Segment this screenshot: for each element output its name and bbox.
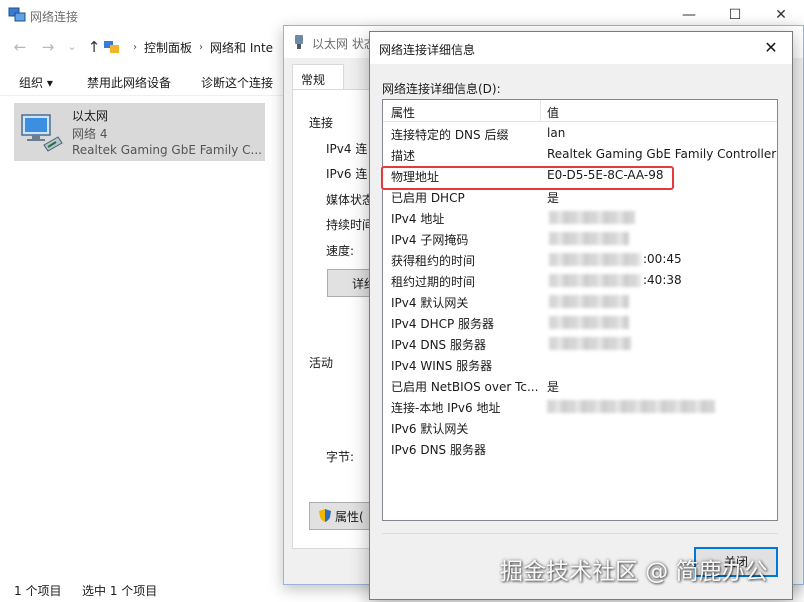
control-panel-icon <box>104 41 119 53</box>
uac-shield-icon <box>319 509 331 522</box>
redacted-value <box>549 316 629 329</box>
row-property: 描述 <box>391 149 416 163</box>
table-row[interactable]: 连接特定的 DNS 后缀 lan <box>383 123 777 144</box>
ipv4-connectivity-label: IPv4 连 <box>326 142 368 156</box>
row-value: 是 <box>547 191 560 205</box>
activity-section-label: 活动 <box>309 356 334 370</box>
row-property: 连接-本地 IPv6 地址 <box>391 401 501 415</box>
connection-section-label: 连接 <box>309 116 334 130</box>
forward-arrow-icon[interactable]: → <box>38 37 58 57</box>
table-row[interactable]: IPv4 DNS 服务器 <box>383 333 777 354</box>
disable-device-button[interactable]: 禁用此网络设备 <box>87 74 171 91</box>
details-list[interactable]: 属性 值 连接特定的 DNS 后缀 lan 描述 Realtek Gaming … <box>382 99 778 521</box>
column-divider[interactable] <box>540 100 541 122</box>
organize-button[interactable]: 组织 ▾ <box>19 74 53 91</box>
table-row[interactable]: IPv4 子网掩码 <box>383 228 777 249</box>
table-row[interactable]: 连接-本地 IPv6 地址 <box>383 396 777 417</box>
up-arrow-icon[interactable]: ↑ <box>84 37 104 57</box>
row-value: lan <box>547 126 566 140</box>
redacted-value <box>549 274 641 287</box>
status-dialog-title: 以太网 状态 <box>312 37 376 51</box>
breadcrumb-chevron-icon: › <box>199 41 204 53</box>
redacted-value <box>547 400 715 413</box>
network-details-dialog: 网络连接详细信息 ✕ 网络连接详细信息(D): 属性 值 连接特定的 DNS 后… <box>369 31 793 600</box>
column-header-value[interactable]: 值 <box>547 104 559 121</box>
close-icon[interactable]: ✕ <box>756 35 786 61</box>
table-row[interactable]: IPv4 地址 <box>383 207 777 228</box>
breadcrumb-control-panel[interactable]: 控制面板 <box>144 39 192 56</box>
recent-locations-icon[interactable]: ⌄ <box>62 37 82 57</box>
address-bar[interactable]: › 控制面板 › 网络和 Inte <box>104 36 294 58</box>
status-selected-count: 选中 1 个项目 <box>82 584 158 598</box>
ethernet-item[interactable]: 以太网 网络 4 Realtek Gaming GbE Family C... <box>14 103 265 161</box>
row-property: IPv6 默认网关 <box>391 422 469 436</box>
ethernet-item-network: 网络 4 <box>72 127 108 141</box>
speed-label: 速度: <box>326 244 355 258</box>
properties-button-label: 属性( <box>335 510 364 524</box>
table-row[interactable]: 描述 Realtek Gaming GbE Family Controller <box>383 144 777 165</box>
network-connections-icon <box>8 7 26 22</box>
row-value: :40:38 <box>643 273 682 287</box>
row-property: 连接特定的 DNS 后缀 <box>391 128 509 142</box>
tab-general[interactable]: 常规 <box>292 64 344 90</box>
redacted-value <box>549 253 641 266</box>
redacted-value <box>549 211 635 224</box>
details-dialog-titlebar: 网络连接详细信息 ✕ <box>370 32 792 64</box>
row-property: IPv4 地址 <box>391 212 445 226</box>
row-value: :00:45 <box>643 252 682 266</box>
row-property: 租约过期的时间 <box>391 275 476 289</box>
row-property: IPv4 WINS 服务器 <box>391 359 493 373</box>
ethernet-item-name: 以太网 <box>72 109 109 123</box>
details-list-header: 属性 值 <box>383 100 777 122</box>
row-value: 是 <box>547 380 560 394</box>
back-arrow-icon[interactable]: ← <box>10 37 30 57</box>
breadcrumb-chevron-icon: › <box>133 41 137 53</box>
media-state-label: 媒体状态 <box>326 193 375 207</box>
redacted-value <box>549 232 629 245</box>
table-row[interactable]: IPv6 默认网关 <box>383 417 777 438</box>
ethernet-adapter-icon <box>21 114 63 152</box>
row-property: IPv4 子网掩码 <box>391 233 469 247</box>
table-row[interactable]: 已启用 NetBIOS over Tc... 是 <box>383 375 777 396</box>
row-property: IPv4 DHCP 服务器 <box>391 317 495 331</box>
redacted-value <box>549 337 631 350</box>
row-property: 已启用 NetBIOS over Tc... <box>391 380 539 394</box>
row-property: IPv6 DNS 服务器 <box>391 443 486 457</box>
status-item-count: 1 个项目 <box>14 584 62 598</box>
explorer-title: 网络连接 <box>30 10 79 24</box>
row-property: 已启用 DHCP <box>391 191 465 205</box>
ipv6-connectivity-label: IPv6 连 <box>326 167 368 181</box>
ethernet-item-device: Realtek Gaming GbE Family C... <box>72 143 262 157</box>
table-row[interactable]: IPv4 DHCP 服务器 <box>383 312 777 333</box>
watermark-text: 掘金技术社区 @ 简鹿办公 <box>500 559 768 585</box>
mac-address-highlight <box>381 166 674 190</box>
redacted-value <box>549 295 629 308</box>
table-row[interactable]: 获得租约的时间 :00:45 <box>383 249 777 270</box>
table-row[interactable]: IPv6 DNS 服务器 <box>383 438 777 459</box>
diagnose-connection-button[interactable]: 诊断这个连接 <box>201 74 273 91</box>
table-row[interactable]: IPv4 WINS 服务器 <box>383 354 777 375</box>
column-header-property[interactable]: 属性 <box>391 104 415 121</box>
details-list-label: 网络连接详细信息(D): <box>382 82 501 96</box>
row-property: IPv4 DNS 服务器 <box>391 338 486 352</box>
table-row[interactable]: 租约过期的时间 :40:38 <box>383 270 777 291</box>
row-value: Realtek Gaming GbE Family Controller <box>547 147 777 161</box>
bytes-label: 字节: <box>326 450 355 464</box>
row-property: IPv4 默认网关 <box>391 296 469 310</box>
duration-label: 持续时间 <box>326 218 375 232</box>
ethernet-plug-icon <box>295 35 303 49</box>
dialog-divider <box>382 533 778 534</box>
table-row[interactable]: IPv4 默认网关 <box>383 291 777 312</box>
details-dialog-title: 网络连接详细信息 <box>379 43 476 57</box>
breadcrumb-network-internet[interactable]: 网络和 Inte <box>210 39 273 56</box>
row-property: 获得租约的时间 <box>391 254 476 268</box>
